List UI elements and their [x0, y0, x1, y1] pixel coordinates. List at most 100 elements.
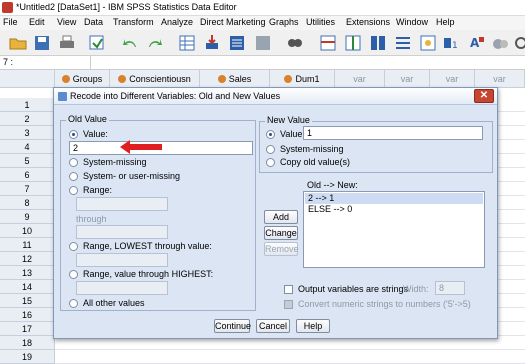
menu-direct-marketing[interactable]: Direct Marketing: [200, 17, 266, 27]
select-cases-icon[interactable]: [418, 33, 438, 53]
custom-attributes-icon[interactable]: [490, 33, 510, 53]
row-header[interactable]: 5: [0, 154, 55, 168]
close-button[interactable]: ✕: [474, 89, 494, 103]
value-labels-icon[interactable]: 1: [441, 33, 461, 53]
row-header[interactable]: 2: [0, 112, 55, 126]
menu-analyze[interactable]: Analyze: [161, 17, 193, 27]
system-missing-radio[interactable]: [69, 158, 78, 167]
remove-button[interactable]: Remove: [264, 242, 299, 256]
row-header[interactable]: 16: [0, 308, 55, 322]
range-from-input[interactable]: [76, 197, 168, 211]
range-highest-radio[interactable]: [69, 270, 78, 279]
range-highest-input[interactable]: [76, 281, 168, 295]
row-header[interactable]: 12: [0, 252, 55, 266]
menu-help[interactable]: Help: [436, 17, 455, 27]
new-value-radio-label: Value:: [280, 129, 305, 139]
column-header-var[interactable]: var: [335, 70, 385, 88]
print-icon[interactable]: [57, 33, 77, 53]
run-descriptive-icon[interactable]: [253, 33, 273, 53]
row-header[interactable]: 13: [0, 266, 55, 280]
range-lowest-input[interactable]: [76, 253, 168, 267]
output-strings-checkbox[interactable]: [284, 285, 293, 294]
range-to-input[interactable]: [76, 225, 168, 239]
width-input[interactable]: 8: [435, 281, 465, 295]
menu-file[interactable]: File: [3, 17, 18, 27]
variables-icon[interactable]: [227, 33, 247, 53]
list-item[interactable]: ELSE --> 0: [305, 204, 483, 215]
range-radio[interactable]: [69, 186, 78, 195]
undo-icon[interactable]: [120, 33, 140, 53]
row-header[interactable]: 9: [0, 210, 55, 224]
insert-cases-icon[interactable]: [318, 33, 338, 53]
range-lowest-radio[interactable]: [69, 242, 78, 251]
add-button[interactable]: Add: [264, 210, 298, 224]
cancel-button[interactable]: Cancel: [256, 319, 290, 333]
menu-window[interactable]: Window: [396, 17, 428, 27]
column-header-groups[interactable]: Groups: [55, 70, 110, 88]
row-header[interactable]: 1: [0, 98, 55, 112]
list-item[interactable]: 2 --> 1: [305, 193, 483, 204]
menu-data[interactable]: Data: [84, 17, 103, 27]
column-header-var[interactable]: var: [385, 70, 430, 88]
help-button[interactable]: Help: [296, 319, 330, 333]
convert-numeric-checkbox[interactable]: [284, 300, 293, 309]
row-header[interactable]: 6: [0, 168, 55, 182]
change-button[interactable]: Change: [264, 226, 298, 240]
split-file-icon[interactable]: [368, 33, 388, 53]
row-header[interactable]: 17: [0, 322, 55, 336]
recall-dialog-icon[interactable]: [87, 33, 107, 53]
menu-transform[interactable]: Transform: [113, 17, 154, 27]
save-icon[interactable]: [32, 33, 52, 53]
row-header[interactable]: 14: [0, 280, 55, 294]
insert-variable-icon[interactable]: [343, 33, 363, 53]
row-header[interactable]: 11: [0, 238, 55, 252]
new-value-radio[interactable]: [266, 130, 275, 139]
menu-edit[interactable]: Edit: [29, 17, 45, 27]
go-to-case-icon[interactable]: [177, 33, 197, 53]
dialog-title: Recode into Different Variables: Old and…: [70, 91, 281, 101]
label-a-icon[interactable]: A: [467, 33, 487, 53]
scale-variable-icon: [217, 75, 226, 83]
new-system-missing-radio[interactable]: [266, 145, 275, 154]
open-folder-icon[interactable]: [8, 33, 28, 53]
spell-check-icon[interactable]: [512, 33, 525, 53]
column-header-var[interactable]: var: [430, 70, 475, 88]
go-to-variable-icon[interactable]: [202, 33, 222, 53]
row-header[interactable]: 18: [0, 336, 55, 350]
system-or-user-missing-radio[interactable]: [69, 172, 78, 181]
menu-utilities[interactable]: Utilities: [306, 17, 335, 27]
dialog-title-bar: Recode into Different Variables: Old and…: [54, 88, 497, 105]
annotation-arrow-icon: [120, 140, 162, 154]
column-header-sales[interactable]: Sales: [200, 70, 270, 88]
value-radio[interactable]: [69, 130, 78, 139]
find-icon[interactable]: [285, 33, 305, 53]
row-header[interactable]: 8: [0, 196, 55, 210]
menu-view[interactable]: View: [57, 17, 76, 27]
range-lowest-label: Range, LOWEST through value:: [83, 241, 212, 251]
row-header[interactable]: 4: [0, 140, 55, 154]
menu-extensions[interactable]: Extensions: [346, 17, 390, 27]
copy-old-values-label: Copy old value(s): [280, 157, 351, 167]
range-highest-label: Range, value through HIGHEST:: [83, 269, 214, 279]
continue-button[interactable]: Continue: [214, 319, 251, 333]
old-new-list[interactable]: 2 --> 1 ELSE --> 0: [303, 191, 485, 268]
row-header[interactable]: 19: [0, 350, 55, 364]
column-header-dum1[interactable]: Dum1: [270, 70, 335, 88]
column-header-var[interactable]: var: [475, 70, 525, 88]
redo-icon[interactable]: [145, 33, 165, 53]
title-bar: *Untitled2 [DataSet1] - IBM SPSS Statist…: [0, 0, 525, 16]
menu-graphs[interactable]: Graphs: [269, 17, 299, 27]
copy-old-values-radio[interactable]: [266, 158, 275, 167]
recode-dialog: Recode into Different Variables: Old and…: [53, 87, 498, 339]
weight-cases-icon[interactable]: [393, 33, 413, 53]
data-row[interactable]: [55, 350, 525, 364]
row-header[interactable]: 7: [0, 182, 55, 196]
column-header-conscientiousness[interactable]: Conscientiousn: [110, 70, 200, 88]
new-value-input[interactable]: 1: [303, 126, 483, 140]
row-header[interactable]: 3: [0, 126, 55, 140]
all-other-values-radio[interactable]: [69, 299, 78, 308]
row-header[interactable]: 10: [0, 224, 55, 238]
value-radio-label: Value:: [83, 129, 108, 139]
cell-reference: 7 :: [3, 57, 14, 67]
row-header[interactable]: 15: [0, 294, 55, 308]
